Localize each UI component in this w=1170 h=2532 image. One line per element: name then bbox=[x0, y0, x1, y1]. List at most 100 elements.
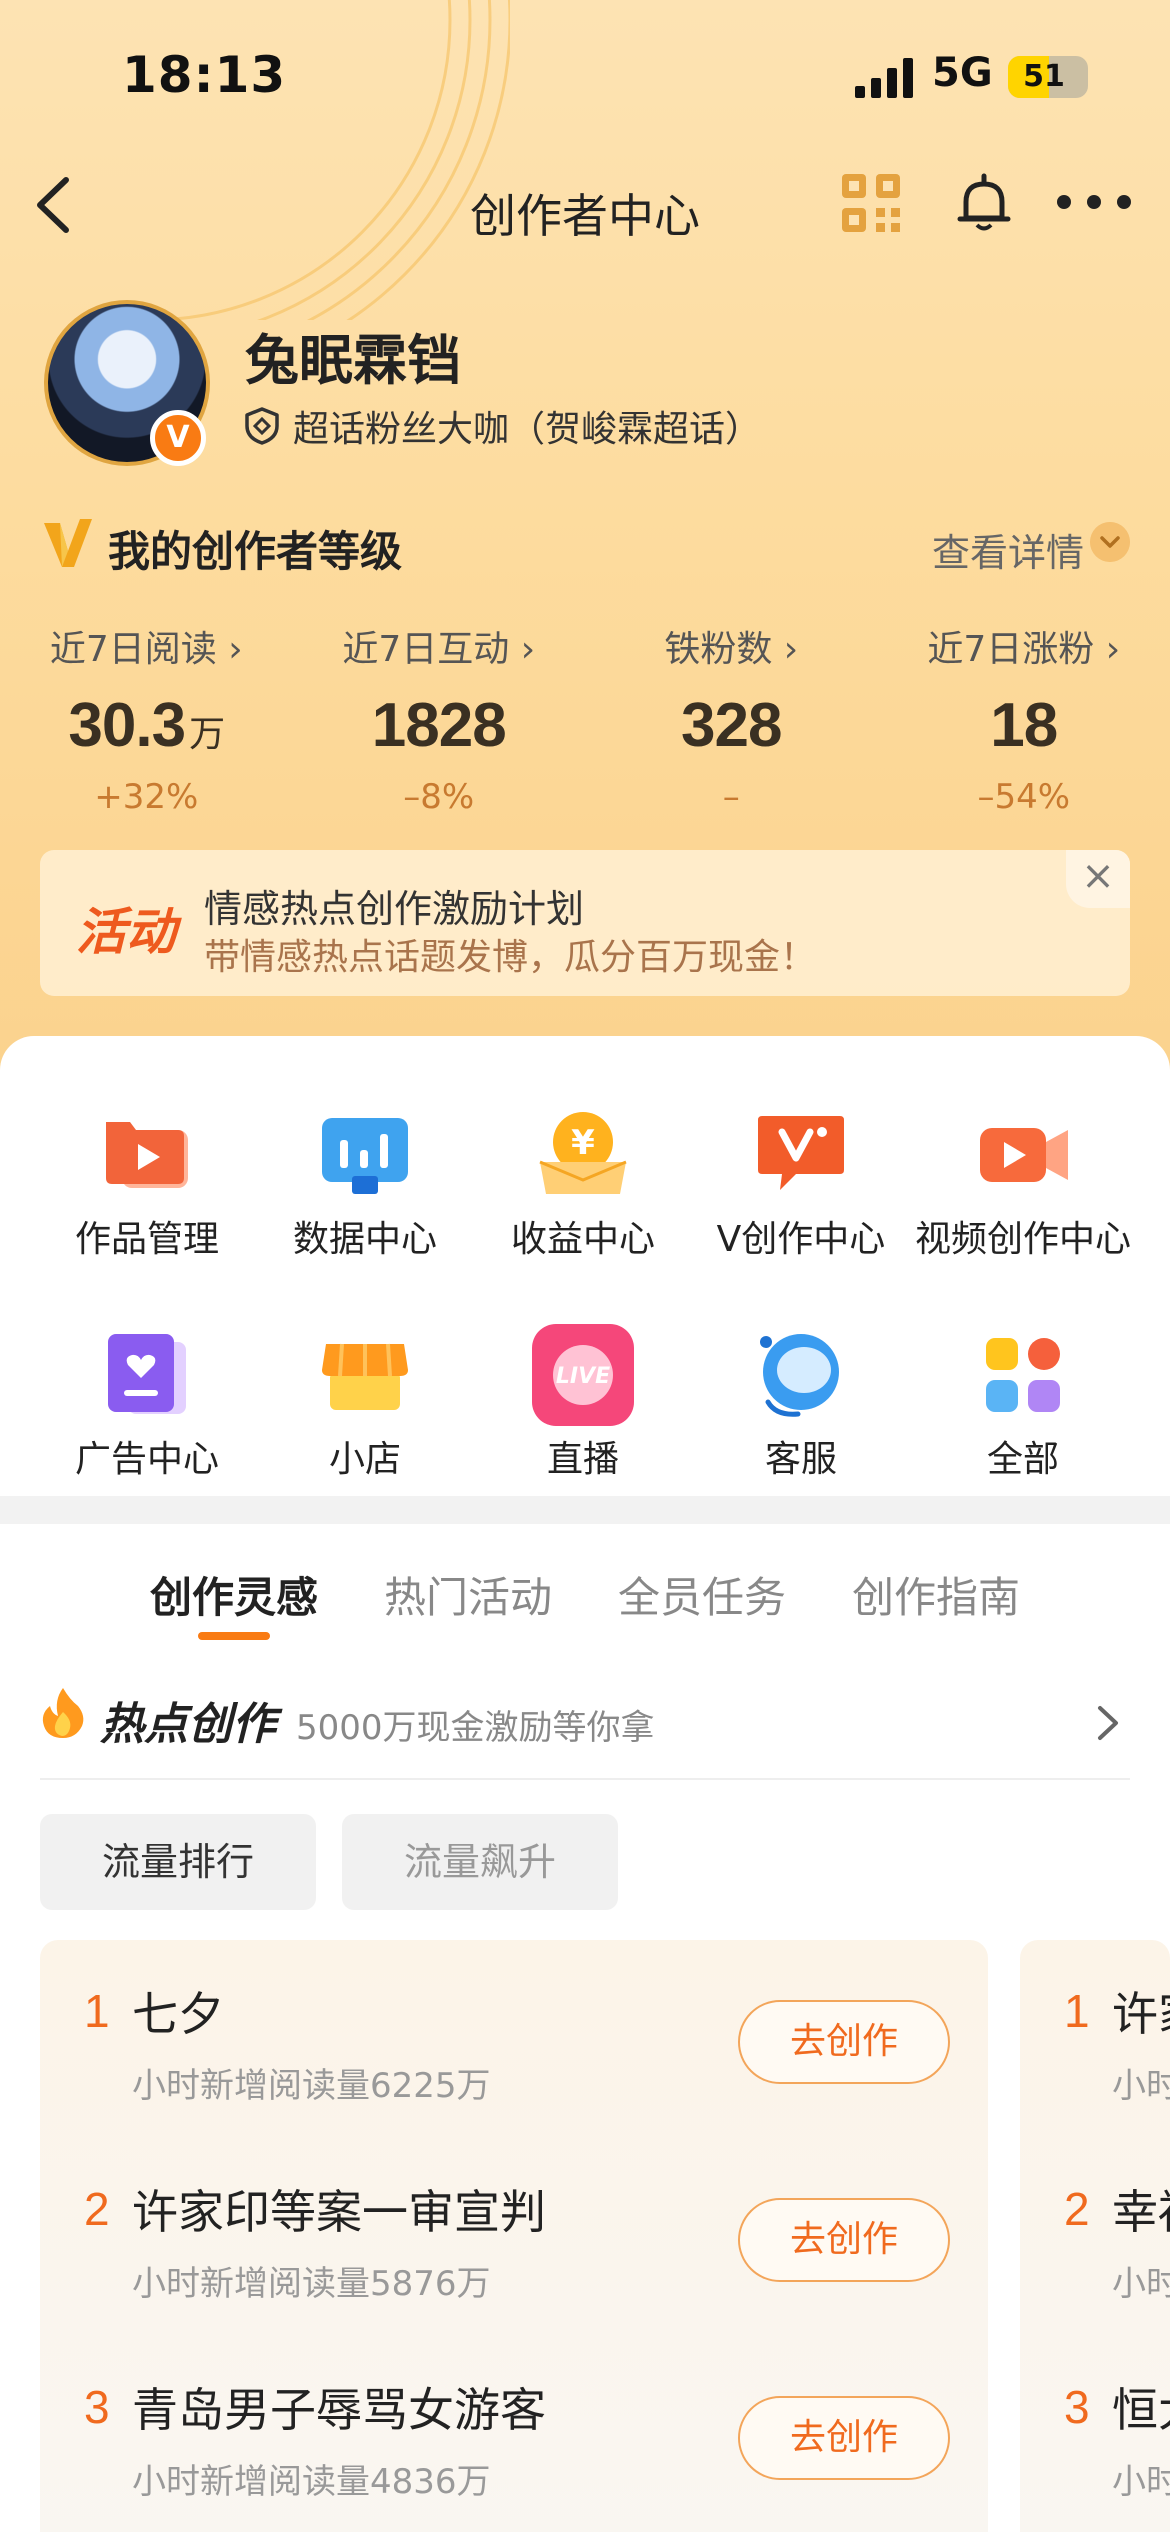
rank-number: 3 bbox=[1064, 2381, 1090, 2433]
stat-value: 328 bbox=[681, 691, 782, 760]
stat-value: 18 bbox=[990, 691, 1058, 760]
level-v-icon bbox=[44, 519, 92, 567]
fan-title[interactable]: 超话粉丝大咖（贺峻霖超话） bbox=[243, 400, 761, 452]
stats-row: 近7日阅读 › 30.3 万 +32% 近7日互动 › 1828 –8% 铁粉数 … bbox=[0, 620, 1170, 820]
rank-subtitle: 小时新增阅读量5876万 bbox=[132, 2264, 491, 2304]
stat-change: –54% bbox=[977, 777, 1071, 817]
stat-label: 近7日阅读 bbox=[49, 629, 217, 670]
stat-interact[interactable]: 近7日互动 › 1828 –8% bbox=[293, 620, 586, 820]
stat-read[interactable]: 近7日阅读 › 30.3 万 +32% bbox=[0, 620, 293, 820]
create-button[interactable]: 去创作 bbox=[738, 2000, 950, 2084]
tool-shop[interactable]: 小店 bbox=[248, 1276, 482, 1480]
chevron-down-icon[interactable] bbox=[1090, 522, 1130, 562]
rank-title: 幸福 bbox=[1112, 2185, 1170, 2239]
activity-banner[interactable]: 活动 情感热点创作激励计划 带情感热点话题发博，瓜分百万现金！ × bbox=[40, 850, 1130, 996]
battery-level: 51 bbox=[1023, 59, 1065, 94]
close-icon[interactable]: × bbox=[1066, 850, 1130, 908]
rank-subtitle: 小时新增阅读量6225万 bbox=[132, 2066, 491, 2106]
tool-label: 广告中心 bbox=[74, 1439, 219, 1480]
tool-live[interactable]: LIVE 直播 bbox=[466, 1276, 700, 1480]
bell-icon[interactable] bbox=[952, 172, 1016, 236]
rank-item[interactable]: 1 七夕 小时新增阅读量6225万 去创作 bbox=[40, 1940, 988, 2138]
tool-label: 全部 bbox=[986, 1439, 1059, 1480]
activity-title: 情感热点创作激励计划 bbox=[204, 887, 585, 931]
tool-service[interactable]: 客服 bbox=[684, 1276, 918, 1480]
tool-label: 直播 bbox=[546, 1439, 619, 1480]
username[interactable]: 兔眠霖铛 bbox=[245, 316, 461, 395]
rank-title: 许家 bbox=[1112, 1987, 1170, 2041]
tool-label: 作品管理 bbox=[74, 1219, 219, 1260]
shop-icon bbox=[322, 1343, 408, 1410]
tab-underline bbox=[198, 1632, 270, 1640]
qr-code-icon[interactable] bbox=[842, 174, 900, 232]
filter-traffic-rank[interactable]: 流量排行 bbox=[40, 1814, 316, 1910]
stat-change: +32% bbox=[94, 777, 199, 817]
status-bar: 18:13 5G 51 bbox=[0, 0, 1170, 150]
stat-iron-fans[interactable]: 铁粉数 › 328 – bbox=[585, 620, 878, 820]
fan-title-text: 超话粉丝大咖（贺峻霖超话） bbox=[293, 409, 762, 450]
create-button[interactable]: 去创作 bbox=[738, 2198, 950, 2282]
tab-hot-activities[interactable]: 热门活动 bbox=[384, 1564, 552, 1625]
content-tabs: 创作灵感 热门活动 全员任务 创作指南 bbox=[0, 1524, 1170, 1644]
rank-card: 1 七夕 小时新增阅读量6225万 去创作 2 许家印等案一审宣判 小时新增阅读… bbox=[40, 1940, 988, 2532]
live-icon: LIVE bbox=[532, 1324, 634, 1426]
rank-item[interactable]: 3 恒大 小时 bbox=[1020, 2336, 1170, 2532]
stat-label: 近7日互动 bbox=[342, 629, 510, 670]
rank-title: 许家印等案一审宣判 bbox=[132, 2185, 546, 2239]
activity-subtitle: 带情感热点话题发博，瓜分百万现金！ bbox=[204, 937, 817, 978]
tool-label: V创作中心 bbox=[716, 1219, 886, 1260]
tab-all-tasks[interactable]: 全员任务 bbox=[618, 1564, 786, 1625]
tool-ad[interactable]: 广告中心 bbox=[30, 1276, 264, 1480]
nav-bar: 创作者中心 bbox=[0, 160, 1170, 250]
tab-guide[interactable]: 创作指南 bbox=[852, 1564, 1020, 1625]
rank-item[interactable]: 3 青岛男子辱骂女游客 小时新增阅读量4836万 去创作 bbox=[40, 2336, 988, 2532]
profile-section: V 兔眠霖铛 超话粉丝大咖（贺峻霖超话） bbox=[40, 300, 1140, 470]
stat-value: 30.3 bbox=[68, 691, 186, 760]
tool-v-creation[interactable]: V创作中心 bbox=[684, 1056, 918, 1260]
live-text: LIVE bbox=[556, 1364, 610, 1389]
status-time: 18:13 bbox=[122, 46, 287, 104]
tool-label: 视频创作中心 bbox=[914, 1219, 1131, 1260]
level-detail-link[interactable]: 查看详情 bbox=[932, 522, 1084, 577]
rank-subtitle: 小时 bbox=[1112, 2264, 1170, 2304]
tool-works[interactable]: 作品管理 bbox=[30, 1056, 264, 1260]
rank-title: 青岛男子辱骂女游客 bbox=[132, 2383, 546, 2437]
tool-income[interactable]: ¥ 收益中心 bbox=[466, 1056, 700, 1260]
tool-data[interactable]: 数据中心 bbox=[248, 1056, 482, 1260]
rank-item[interactable]: 2 幸福 小时 bbox=[1020, 2138, 1170, 2336]
income-icon: ¥ bbox=[539, 1112, 627, 1194]
stat-change: – bbox=[722, 777, 740, 817]
tab-inspiration[interactable]: 创作灵感 bbox=[150, 1564, 318, 1625]
more-icon[interactable] bbox=[1056, 190, 1132, 214]
tool-all[interactable]: 全部 bbox=[906, 1276, 1140, 1480]
rank-card-peek: 1 许家 小时 2 幸福 小时 3 恒大 小时 bbox=[1020, 1940, 1170, 2532]
tool-label: 小店 bbox=[328, 1439, 401, 1480]
verified-badge: V bbox=[150, 410, 206, 466]
hot-creation-row[interactable]: 热点创作 5000万现金激励等你拿 bbox=[40, 1680, 1130, 1780]
service-icon bbox=[760, 1334, 839, 1417]
rank-number: 3 bbox=[84, 2381, 110, 2433]
rank-number: 2 bbox=[84, 2183, 110, 2235]
creator-level-row[interactable]: 我的创作者等级 查看详情 bbox=[40, 510, 1130, 580]
rank-item[interactable]: 1 许家 小时 bbox=[1020, 1940, 1170, 2138]
tool-label: 数据中心 bbox=[292, 1219, 437, 1260]
stat-new-fans[interactable]: 近7日涨粉 › 18 –54% bbox=[878, 620, 1170, 820]
level-title: 我的创作者等级 bbox=[108, 527, 403, 576]
data-icon bbox=[322, 1118, 408, 1194]
fire-icon bbox=[42, 1688, 84, 1738]
stat-unit: 万 bbox=[189, 713, 225, 754]
signal-icon bbox=[855, 58, 913, 98]
rank-item[interactable]: 2 许家印等案一审宣判 小时新增阅读量5876万 去创作 bbox=[40, 2138, 988, 2336]
filter-traffic-rise[interactable]: 流量飙升 bbox=[342, 1814, 618, 1910]
chevron-right-icon[interactable] bbox=[1096, 1704, 1120, 1742]
rank-subtitle: 小时新增阅读量4836万 bbox=[132, 2462, 491, 2502]
shield-icon bbox=[245, 407, 279, 445]
tool-video[interactable]: 视频创作中心 bbox=[906, 1056, 1140, 1260]
rank-number: 2 bbox=[1064, 2183, 1090, 2235]
network-label: 5G bbox=[932, 50, 993, 96]
hot-title: 热点创作 bbox=[100, 1699, 276, 1750]
rank-number: 1 bbox=[84, 1985, 110, 2037]
rank-subtitle: 小时 bbox=[1112, 2066, 1170, 2106]
create-button[interactable]: 去创作 bbox=[738, 2396, 950, 2480]
stat-value: 1828 bbox=[371, 691, 507, 760]
